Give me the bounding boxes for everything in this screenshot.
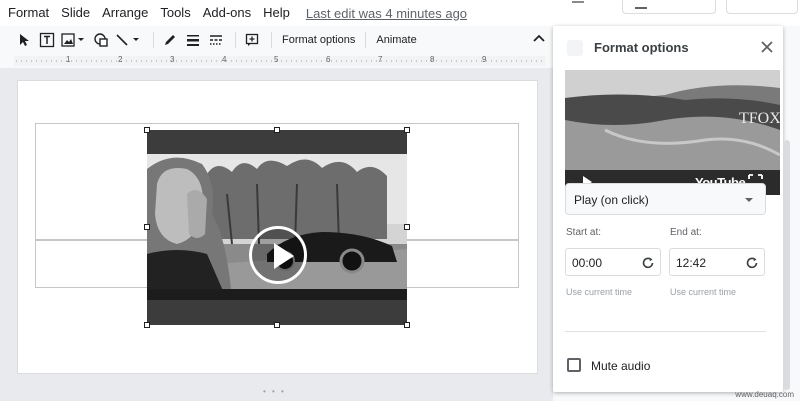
- menu-add-ons[interactable]: Add-ons: [197, 0, 257, 26]
- resize-handle[interactable]: [404, 127, 410, 133]
- end-at-label: End at:: [670, 227, 702, 238]
- end-time-value: 12:42: [676, 256, 707, 270]
- panel-icon: [567, 40, 583, 56]
- slides-editor: Format Slide Arrange Tools Add-ons Help …: [0, 0, 800, 401]
- resize-handle[interactable]: [274, 322, 280, 328]
- mute-audio-checkbox[interactable]: [567, 358, 581, 372]
- start-time-value: 00:00: [572, 256, 603, 270]
- share-button[interactable]: [726, 0, 798, 14]
- format-options-button[interactable]: Format options: [278, 34, 359, 46]
- collapse-caret-icon[interactable]: [533, 33, 545, 43]
- ruler-number: 2: [118, 55, 123, 64]
- playback-dropdown[interactable]: Play (on click): [565, 183, 766, 215]
- channel-watermark: TFOX: [739, 110, 780, 127]
- play-icon: [274, 243, 294, 269]
- pen-icon[interactable]: [160, 30, 180, 50]
- start-time-field[interactable]: 00:00: [565, 248, 661, 276]
- ruler-ticks: [14, 60, 546, 62]
- history-icon[interactable]: [570, 0, 590, 10]
- ruler-number: 3: [170, 55, 175, 64]
- line-icon[interactable]: [114, 30, 144, 50]
- toolbar-divider: [365, 32, 367, 48]
- horizontal-ruler: 1 2 3 4 5 6 7 8 9: [14, 55, 546, 66]
- image-icon[interactable]: [60, 30, 88, 50]
- start-use-current-time[interactable]: Use current time: [566, 287, 632, 297]
- video-preview[interactable]: TFOX YouTube: [565, 70, 780, 195]
- toolbar-divider: [271, 32, 272, 48]
- toolbar-divider: [235, 32, 236, 48]
- mute-audio-label[interactable]: Mute audio: [591, 359, 650, 373]
- text-box-icon[interactable]: [37, 30, 57, 50]
- video-thumbnail: [147, 154, 407, 300]
- end-use-current-time[interactable]: Use current time: [670, 287, 736, 297]
- animate-button[interactable]: Animate: [372, 34, 420, 46]
- menu-help[interactable]: Help: [257, 0, 296, 26]
- panel-scrollbar[interactable]: [784, 140, 790, 390]
- panel-title: Format options: [594, 40, 689, 55]
- select-icon[interactable]: [14, 30, 34, 50]
- present-button[interactable]: [622, 0, 716, 14]
- shape-icon[interactable]: [91, 30, 111, 50]
- embedded-video[interactable]: [144, 127, 410, 328]
- format-options-panel: Format options TFOX YouTube Play (on cli…: [553, 26, 783, 392]
- ruler-number: 9: [482, 55, 487, 64]
- speaker-notes-handle[interactable]: • • •: [263, 387, 286, 396]
- panel-header: Format options: [553, 26, 783, 70]
- toolbar-divider: [153, 32, 154, 48]
- site-watermark: www.deuaq.com: [735, 390, 794, 399]
- menu-slide[interactable]: Slide: [55, 0, 96, 26]
- ruler-number: 4: [222, 55, 227, 64]
- menu-tools[interactable]: Tools: [154, 0, 196, 26]
- refresh-icon[interactable]: [745, 256, 759, 270]
- resize-handle[interactable]: [144, 224, 150, 230]
- ruler-number: 7: [378, 55, 383, 64]
- border-weight-icon[interactable]: [183, 30, 203, 50]
- start-at-label: Start at:: [566, 227, 602, 238]
- end-time-field[interactable]: 12:42: [669, 248, 765, 276]
- panel-divider: [565, 331, 766, 332]
- toolbar: Format options Animate: [0, 28, 553, 52]
- resize-handle[interactable]: [144, 127, 150, 133]
- ruler-number: 5: [274, 55, 279, 64]
- menu-format[interactable]: Format: [0, 0, 55, 26]
- comment-add-icon[interactable]: [242, 30, 262, 50]
- chevron-down-icon: [745, 198, 753, 202]
- last-edit-link[interactable]: Last edit was 4 minutes ago: [306, 6, 467, 21]
- ruler-number: 6: [326, 55, 331, 64]
- ruler-number: 8: [430, 55, 435, 64]
- resize-handle[interactable]: [404, 224, 410, 230]
- menu-arrange[interactable]: Arrange: [96, 0, 154, 26]
- close-icon[interactable]: [759, 39, 775, 55]
- play-button[interactable]: [249, 226, 307, 284]
- resize-handle[interactable]: [404, 322, 410, 328]
- resize-handle[interactable]: [274, 127, 280, 133]
- ruler-number: 1: [66, 55, 71, 64]
- resize-handle[interactable]: [144, 322, 150, 328]
- refresh-icon[interactable]: [641, 256, 655, 270]
- border-dash-icon[interactable]: [206, 30, 226, 50]
- header-controls: [570, 0, 800, 16]
- playback-selected-value: Play (on click): [574, 193, 649, 207]
